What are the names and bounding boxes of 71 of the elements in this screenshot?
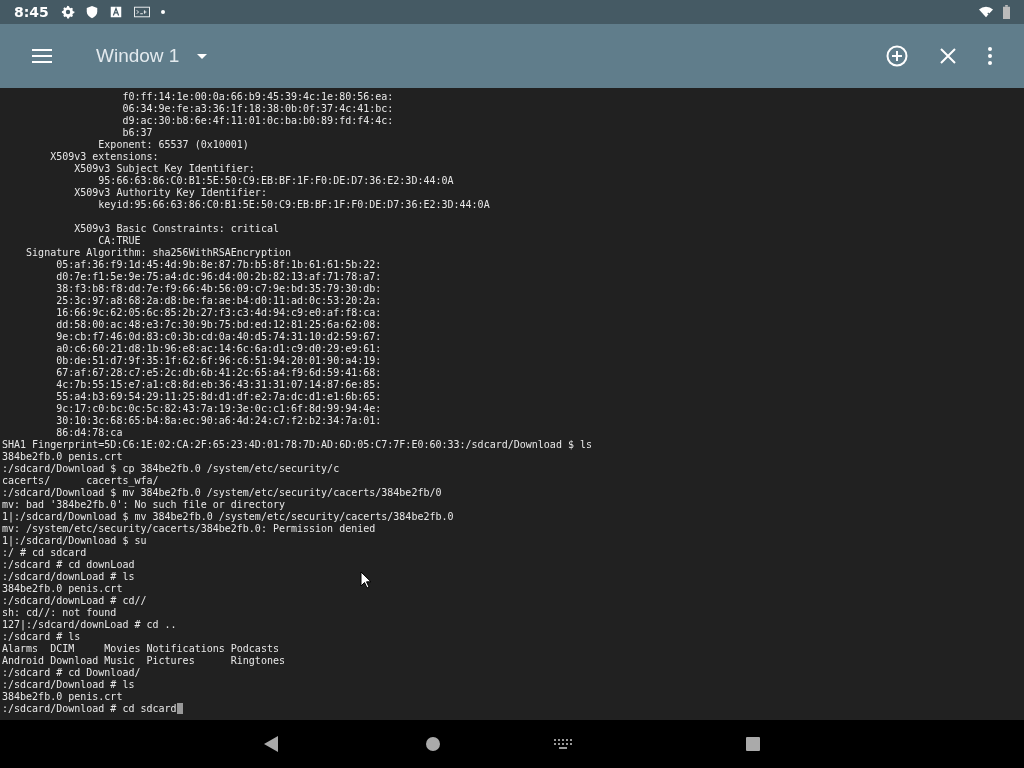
letter-box-icon	[108, 5, 123, 19]
terminal-line: 67:af:67:28:c7:e5:2c:db:6b:41:2c:65:a4:f9:6d:59:41:68:	[55, 367, 382, 379]
terminal-line: 38:f3:b8:f8:dd:7e:f9:66:4b:56:09:c7:9e:bd:35:79:30:db:	[55, 283, 382, 295]
terminal-line: 06:34:9e:fe:a3:36:1f:18:38:0b:0f:37:4c:41:bc:	[121, 103, 394, 115]
terminal-line: 384be2fb.0 penis.crt	[2, 583, 123, 595]
terminal-line: Android Download Music Pictures Ringtones	[2, 655, 285, 667]
terminal-line: X509v3 Basic Constraints: critical	[73, 223, 279, 235]
terminal-line: 4c:7b:55:15:e7:a1:c8:8d:eb:36:43:31:31:07:14:87:6e:85:	[55, 379, 382, 391]
close-icon	[940, 48, 956, 64]
terminal-line: X509v3 Authority Key Identifier:	[73, 187, 267, 199]
terminal-line: keyid:95:66:63:86:C0:B1:5E:50:C9:EB:BF:1F:F0:DE:D7:36:E2:3D:44:0A	[97, 199, 490, 211]
text-cursor	[176, 703, 183, 714]
home-icon[interactable]	[426, 737, 440, 751]
terminal-line: X509v3 Subject Key Identifier:	[73, 163, 255, 175]
terminal-line: :/sdcard/Download $ mv 384be2fb.0 /system/etc/security/cacerts/384be2fb/0	[2, 487, 442, 499]
terminal-line: Signature Algorithm: sha256WithRSAEncryption	[25, 247, 291, 259]
terminal-line: :/sdcard/Download $ cp 384be2fb.0 /system/etc/security/c	[2, 463, 340, 475]
gear-icon	[60, 5, 75, 19]
terminal-line: d9:ac:30:b8:6e:4f:11:01:0c:ba:b0:89:fd:f4:4c:	[121, 115, 394, 127]
terminal-line: mv: bad '384be2fb.0': No such file or directory	[2, 499, 285, 511]
terminal-line: 384be2fb.0 penis.crt	[2, 451, 123, 463]
terminal-line: dd:58:00:ac:48:e3:7c:30:9b:75:bd:ed:12:81:25:6a:62:08:	[55, 319, 382, 331]
caret-icon	[197, 53, 208, 59]
terminal-line: 0b:de:51:d7:9f:35:1f:62:6f:96:c6:51:94:20:01:90:a4:19:	[55, 355, 382, 367]
terminal-line: 16:66:9c:62:05:6c:85:2b:27:f3:c3:4d:94:c9:e0:af:f8:ca:	[55, 307, 382, 319]
terminal-line: :/ # cd sdcard	[2, 547, 87, 559]
terminal-line: a0:c6:60:21:d8:1b:96:e8:ac:14:6c:6a:d1:c9:d0:29:e9:61:	[55, 343, 382, 355]
terminal-line: :/sdcard/Download # cd sdcard	[2, 703, 177, 715]
terminal-line: sh: cd//: not found	[2, 607, 117, 619]
terminal-line: 9c:17:c0:bc:0c:5c:82:43:7a:19:3e:0c:c1:6f:8d:99:94:4e:	[55, 403, 382, 415]
terminal-line: :/sdcard/downLoad # ls	[2, 571, 135, 583]
terminal-line: X509v3 extensions:	[49, 151, 159, 163]
terminal-line: 1|:/sdcard/Download $ mv 384be2fb.0 /system/etc/security/cacerts/384be2fb.0	[2, 511, 454, 523]
terminal-line: d0:7e:f1:5e:9e:75:a4:dc:96:d4:00:2b:82:13:af:71:78:a7:	[55, 271, 382, 283]
terminal-line: b6:37	[121, 127, 153, 139]
dot-icon	[160, 10, 165, 14]
terminal-line: 127|:/sdcard/downLoad # cd ..	[2, 619, 177, 631]
terminal-line: :/sdcard # ls	[2, 631, 81, 643]
terminal-line: SHA1 Fingerprint=5D:C6:1E:02:CA:2F:65:23:4D:01:78:7D:AD:6D:05:C7:7F:E0:60:33:/sdcard/Download $ ls	[2, 439, 592, 451]
wifi-icon	[979, 5, 993, 19]
back-icon[interactable]	[264, 736, 278, 752]
mouse-pointer-icon	[360, 571, 372, 589]
status-time: 8:45	[14, 4, 49, 20]
terminal-line: 55:a4:b3:69:54:29:11:25:8d:d1:df:e2:7a:dc:d1:e1:6b:65:	[55, 391, 382, 403]
battery-icon	[1003, 5, 1010, 19]
terminal-line: 30:10:3c:68:65:b4:8a:ec:90:a6:4d:24:c7:f2:b2:34:7a:01:	[55, 415, 382, 427]
add-icon	[886, 45, 908, 67]
terminal-line: CA:TRUE	[97, 235, 141, 247]
terminal-line: :/sdcard # cd downLoad	[2, 559, 135, 571]
terminal-screen[interactable]	[0, 88, 1024, 720]
terminal-line: :/sdcard/Download # ls	[2, 679, 135, 691]
menu-icon	[32, 48, 52, 64]
terminal-line: Alarms DCIM Movies Notifications Podcasts	[2, 643, 279, 655]
terminal-line: 9e:cb:f7:46:0d:83:c0:3b:cd:0a:40:d5:74:31:10:d2:59:67:	[55, 331, 382, 343]
terminal-line: :/sdcard # cd Download/	[2, 667, 141, 679]
shield-icon	[84, 5, 99, 19]
keyboard-icon[interactable]	[554, 739, 572, 749]
terminal-line: 86:d4:78:ca	[55, 427, 123, 439]
terminal-line: 25:3c:97:a8:68:2a:d8:be:fa:ae:b4:d0:11:ad:0c:53:20:2a:	[55, 295, 382, 307]
terminal-line: 384be2fb.0 penis.crt	[2, 691, 123, 703]
terminal-line: Exponent: 65537 (0x10001)	[97, 139, 249, 151]
terminal-line: mv: /system/etc/security/cacerts/384be2fb.0: Permission denied	[2, 523, 376, 535]
terminal-line: 95:66:63:86:C0:B1:5E:50:C9:EB:BF:1F:F0:DE:D7:36:E2:3D:44:0A	[97, 175, 454, 187]
more-options-icon	[988, 47, 992, 65]
window-dropdown[interactable]: Window 1	[92, 39, 212, 73]
terminal-line: 1|:/sdcard/Download $ su	[2, 535, 147, 547]
terminal-line: :/sdcard/downLoad # cd//	[2, 595, 147, 607]
terminal-line: cacerts/ cacerts_wfa/	[2, 475, 159, 487]
terminal-line: 05:af:36:f9:1d:45:4d:9b:8e:87:7b:b5:8f:1b:61:61:5b:22:	[55, 259, 382, 271]
terminal-line: f0:ff:14:1e:00:0a:66:b9:45:39:4c:1e:80:56:ea:	[121, 91, 394, 103]
terminal-box-icon	[132, 5, 151, 19]
